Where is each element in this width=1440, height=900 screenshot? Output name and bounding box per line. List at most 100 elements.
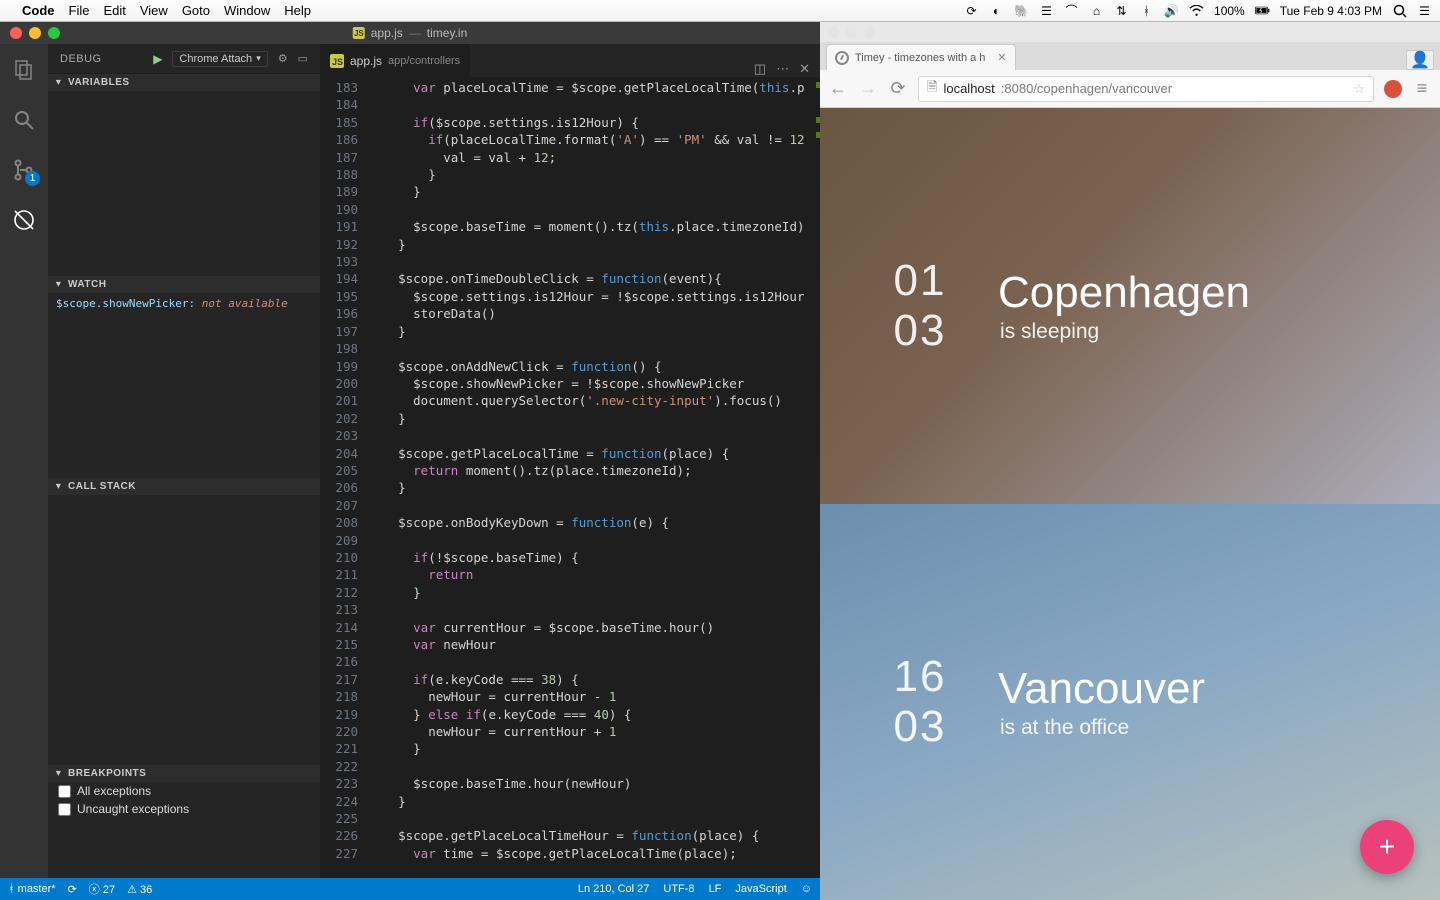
sync-icon[interactable]: ⟳ xyxy=(68,883,77,896)
encoding[interactable]: UTF-8 xyxy=(663,883,694,895)
chrome-toolbar: ← → ⟳ 🗎 localhost:8080/copenhagen/vancou… xyxy=(820,70,1440,108)
window-close-button[interactable] xyxy=(828,27,839,38)
forward-button[interactable]: → xyxy=(858,78,878,99)
menu-view[interactable]: View xyxy=(140,3,168,18)
debug-settings-icon[interactable]: ⚙ xyxy=(278,52,288,65)
js-file-icon: JS xyxy=(353,27,365,39)
debug-console-icon[interactable]: ▭ xyxy=(298,52,308,65)
close-editor-icon[interactable]: ✕ xyxy=(799,61,810,77)
battery-percent: 100% xyxy=(1214,4,1245,18)
activity-bar: 1 xyxy=(0,44,48,878)
menubar-extra-icon[interactable]: ⌒ xyxy=(1064,3,1079,18)
line-number-gutter: 183 184 185 186 187 188 189 190 191 192 … xyxy=(320,77,368,878)
vscode-window: JS app.js — timey.in 1 xyxy=(0,22,820,900)
callstack-section-header[interactable]: CALL STACK xyxy=(48,478,320,495)
city-status: is sleeping xyxy=(1000,320,1250,344)
errors-count[interactable]: ⓧ 27 xyxy=(89,881,115,897)
timezone-pane[interactable]: 01 03 Copenhagen is sleeping xyxy=(820,108,1440,504)
city-status: is at the office xyxy=(1000,716,1205,740)
bookmark-star-icon[interactable]: ☆ xyxy=(1353,81,1365,97)
code-editor[interactable]: 183 184 185 186 187 188 189 190 191 192 … xyxy=(320,77,820,878)
tab-path: app/controllers xyxy=(388,55,460,67)
variables-section-header[interactable]: VARIABLES xyxy=(48,74,320,91)
debug-icon[interactable] xyxy=(10,206,38,234)
tab-title: Timey - timezones with a h xyxy=(855,52,985,64)
chrome-menu-icon[interactable]: ≡ xyxy=(1412,78,1432,99)
explorer-icon[interactable] xyxy=(10,56,38,84)
feedback-icon[interactable]: ☺ xyxy=(801,883,812,895)
window-minimize-button[interactable] xyxy=(29,27,41,39)
window-close-button[interactable] xyxy=(10,27,22,39)
menu-file[interactable]: File xyxy=(69,3,90,18)
code-content[interactable]: var placeLocalTime = $scope.getPlaceLoca… xyxy=(368,77,804,878)
split-editor-icon[interactable]: ◫ xyxy=(754,61,766,77)
clock-time: 16 03 xyxy=(860,652,980,752)
menubar-extra-icon[interactable]: ◐ xyxy=(989,3,1004,18)
city-name: Vancouver xyxy=(998,664,1205,714)
app-menu[interactable]: Code xyxy=(22,3,55,18)
extension-icon[interactable] xyxy=(1384,80,1402,98)
notification-center-icon[interactable]: ☰ xyxy=(1417,3,1432,18)
editor-area: JS app.js app/controllers ◫ ⋯ ✕ 183 184 … xyxy=(320,44,820,878)
reload-button[interactable]: ⟳ xyxy=(888,78,908,99)
back-button[interactable]: ← xyxy=(828,78,848,99)
menu-help[interactable]: Help xyxy=(284,3,311,18)
more-actions-icon[interactable]: ⋯ xyxy=(776,61,789,77)
eol[interactable]: LF xyxy=(709,883,722,895)
breakpoint-uncaught-exceptions[interactable]: Uncaught exceptions xyxy=(48,800,320,818)
menu-goto[interactable]: Goto xyxy=(182,3,210,18)
editor-tab[interactable]: JS app.js app/controllers xyxy=(320,44,470,77)
clock[interactable]: Tue Feb 9 4:03 PM xyxy=(1280,4,1382,18)
menubar-extra-icon[interactable]: ⟳ xyxy=(964,3,979,18)
favicon-icon xyxy=(835,51,849,65)
start-debug-button[interactable]: ▶ xyxy=(153,52,162,66)
cursor-position[interactable]: Ln 210, Col 27 xyxy=(578,883,650,895)
sync-icon[interactable]: ⇅ xyxy=(1114,3,1129,18)
spotlight-icon[interactable] xyxy=(1392,3,1407,18)
warnings-count[interactable]: ⚠ 36 xyxy=(127,883,152,896)
bluetooth-icon[interactable]: ᚼ xyxy=(1139,3,1154,18)
city-name: Copenhagen xyxy=(998,268,1250,318)
site-info-icon[interactable]: 🗎 xyxy=(927,78,937,100)
vscode-titlebar[interactable]: JS app.js — timey.in xyxy=(0,22,820,44)
debug-config-select[interactable]: Chrome Attach▾ xyxy=(172,51,267,67)
status-bar: ᚼ master* ⟳ ⓧ 27 ⚠ 36 Ln 210, Col 27 UTF… xyxy=(0,878,820,900)
variables-section xyxy=(48,91,320,276)
volume-icon[interactable]: 🔊 xyxy=(1164,3,1179,18)
timey-app: 01 03 Copenhagen is sleeping 16 03 Vanco… xyxy=(820,108,1440,900)
debug-panel-title: DEBUG xyxy=(60,53,102,65)
window-zoom-button[interactable] xyxy=(864,27,875,38)
breakpoint-all-exceptions[interactable]: All exceptions xyxy=(48,782,320,800)
scm-badge: 1 xyxy=(25,171,40,186)
watch-expression[interactable]: $scope.showNewPicker: not available xyxy=(56,297,312,310)
tab-filename: app.js xyxy=(350,54,382,68)
window-minimize-button[interactable] xyxy=(846,27,857,38)
macos-menubar: Code File Edit View Goto Window Help ⟳ ◐… xyxy=(0,0,1440,22)
language-mode[interactable]: JavaScript xyxy=(735,883,786,895)
profile-avatar[interactable]: 👤 xyxy=(1406,50,1434,70)
menubar-extra-icon[interactable]: ☰ xyxy=(1039,3,1054,18)
add-city-button[interactable]: + xyxy=(1360,820,1414,874)
title-project: timey.in xyxy=(427,26,467,40)
address-bar[interactable]: 🗎 localhost:8080/copenhagen/vancouver ☆ xyxy=(918,76,1374,102)
breakpoints-section-header[interactable]: BREAKPOINTS xyxy=(48,765,320,782)
debug-sidebar: DEBUG ▶ Chrome Attach▾ ⚙ ▭ VARIABLES WAT… xyxy=(48,44,320,878)
menu-window[interactable]: Window xyxy=(224,3,270,18)
tab-close-icon[interactable]: ✕ xyxy=(997,51,1006,64)
source-control-icon[interactable]: 1 xyxy=(10,156,38,184)
dropbox-icon[interactable]: ⌂ xyxy=(1089,3,1104,18)
evernote-icon[interactable]: 🐘 xyxy=(1014,3,1029,18)
timezone-pane[interactable]: 16 03 Vancouver is at the office xyxy=(820,504,1440,900)
search-icon[interactable] xyxy=(10,106,38,134)
callstack-section xyxy=(48,495,320,765)
chrome-window: Timey - timezones with a h ✕ 👤 ← → ⟳ 🗎 l… xyxy=(820,22,1440,900)
watch-section-header[interactable]: WATCH xyxy=(48,276,320,293)
battery-icon[interactable] xyxy=(1255,3,1270,18)
minimap[interactable] xyxy=(804,77,820,878)
browser-tab[interactable]: Timey - timezones with a h ✕ xyxy=(826,44,1016,70)
chrome-tabstrip: Timey - timezones with a h ✕ 👤 xyxy=(820,42,1440,70)
wifi-icon[interactable] xyxy=(1189,3,1204,18)
menu-edit[interactable]: Edit xyxy=(103,3,125,18)
window-zoom-button[interactable] xyxy=(48,27,60,39)
git-branch[interactable]: ᚼ master* xyxy=(8,883,56,895)
